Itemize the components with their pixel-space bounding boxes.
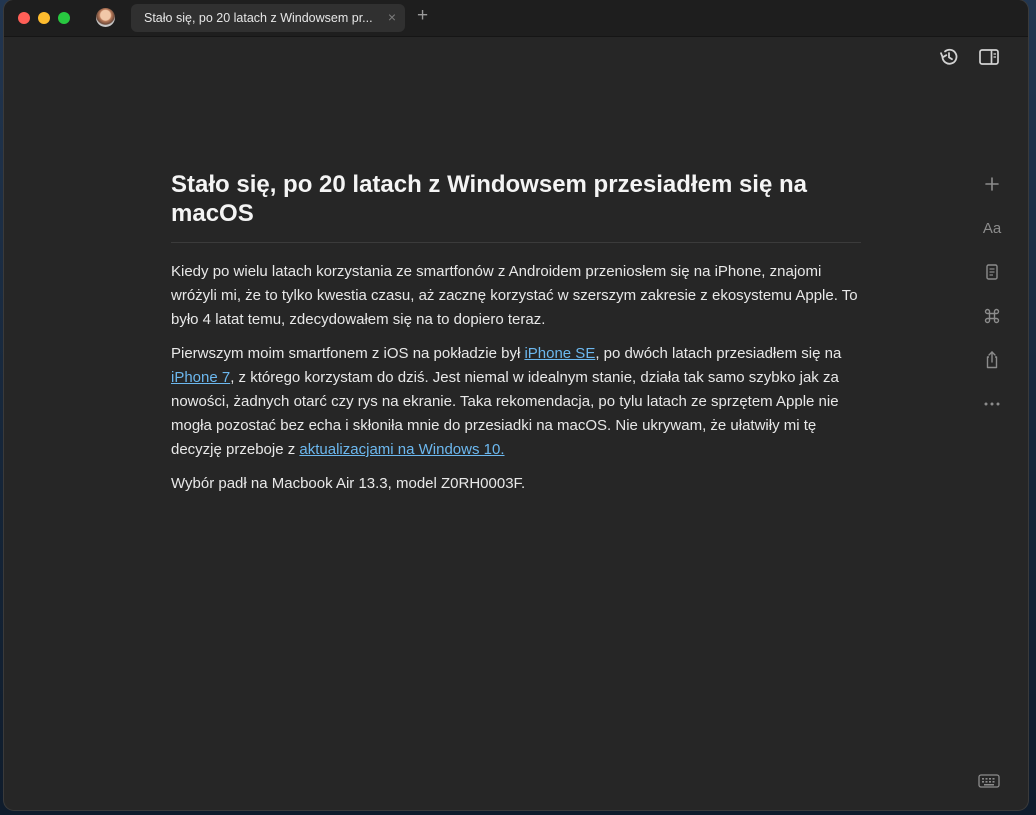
article-paragraph-1: Kiedy po wielu latach korzystania ze sma…	[171, 263, 858, 328]
more-button[interactable]	[974, 390, 1010, 418]
link-windows-10-updates[interactable]: aktualizacjami na Windows 10.	[299, 441, 504, 458]
history-icon[interactable]	[938, 46, 960, 68]
command-icon	[984, 308, 1000, 324]
reader-icon	[986, 264, 998, 280]
minimize-window-button[interactable]	[38, 12, 50, 24]
tab-title: Stało się, po 20 latach z Windowsem pr..…	[144, 11, 373, 25]
zoom-window-button[interactable]	[58, 12, 70, 24]
title-bar: Stało się, po 20 latach z Windowsem pr..…	[4, 0, 1028, 37]
link-iphone-se[interactable]: iPhone SE	[524, 345, 595, 362]
plus-icon	[985, 177, 999, 191]
sidebar-toggle-icon[interactable]	[978, 46, 1000, 68]
close-window-button[interactable]	[18, 12, 30, 24]
app-window: Stało się, po 20 latach z Windowsem pr..…	[4, 0, 1028, 810]
tab-article[interactable]: Stało się, po 20 latach z Windowsem pr..…	[131, 4, 405, 32]
paragraph-text: , z którego korzystam do dziś. Jest niem…	[171, 369, 839, 458]
share-icon	[986, 351, 998, 369]
add-button[interactable]	[974, 170, 1010, 198]
text-format-icon: Aa	[982, 219, 1002, 237]
share-button[interactable]	[974, 346, 1010, 374]
article-content: Stało się, po 20 latach z Windowsem prze…	[171, 170, 861, 496]
command-button[interactable]	[974, 302, 1010, 330]
page-title: Stało się, po 20 latach z Windowsem prze…	[171, 170, 861, 243]
new-tab-button[interactable]: +	[417, 6, 428, 26]
article-paragraph-2: Pierwszym moim smartfonem z iOS na pokła…	[171, 342, 861, 462]
keyboard-icon[interactable]	[978, 773, 1000, 789]
typography-button[interactable]: Aa	[974, 214, 1010, 242]
avatar[interactable]	[96, 8, 115, 27]
tab-close-button[interactable]: ×	[388, 9, 396, 25]
article-paragraph-3: Wybór padł na Macbook Air 13.3, model Z0…	[171, 475, 526, 492]
more-icon	[984, 402, 1000, 406]
paragraph-text: Pierwszym moim smartfonem z iOS na pokła…	[171, 345, 525, 362]
link-iphone-7[interactable]: iPhone 7	[171, 369, 230, 386]
paragraph-text: , po dwóch latach przesiadłem się na	[595, 345, 842, 362]
reader-button[interactable]	[974, 258, 1010, 286]
